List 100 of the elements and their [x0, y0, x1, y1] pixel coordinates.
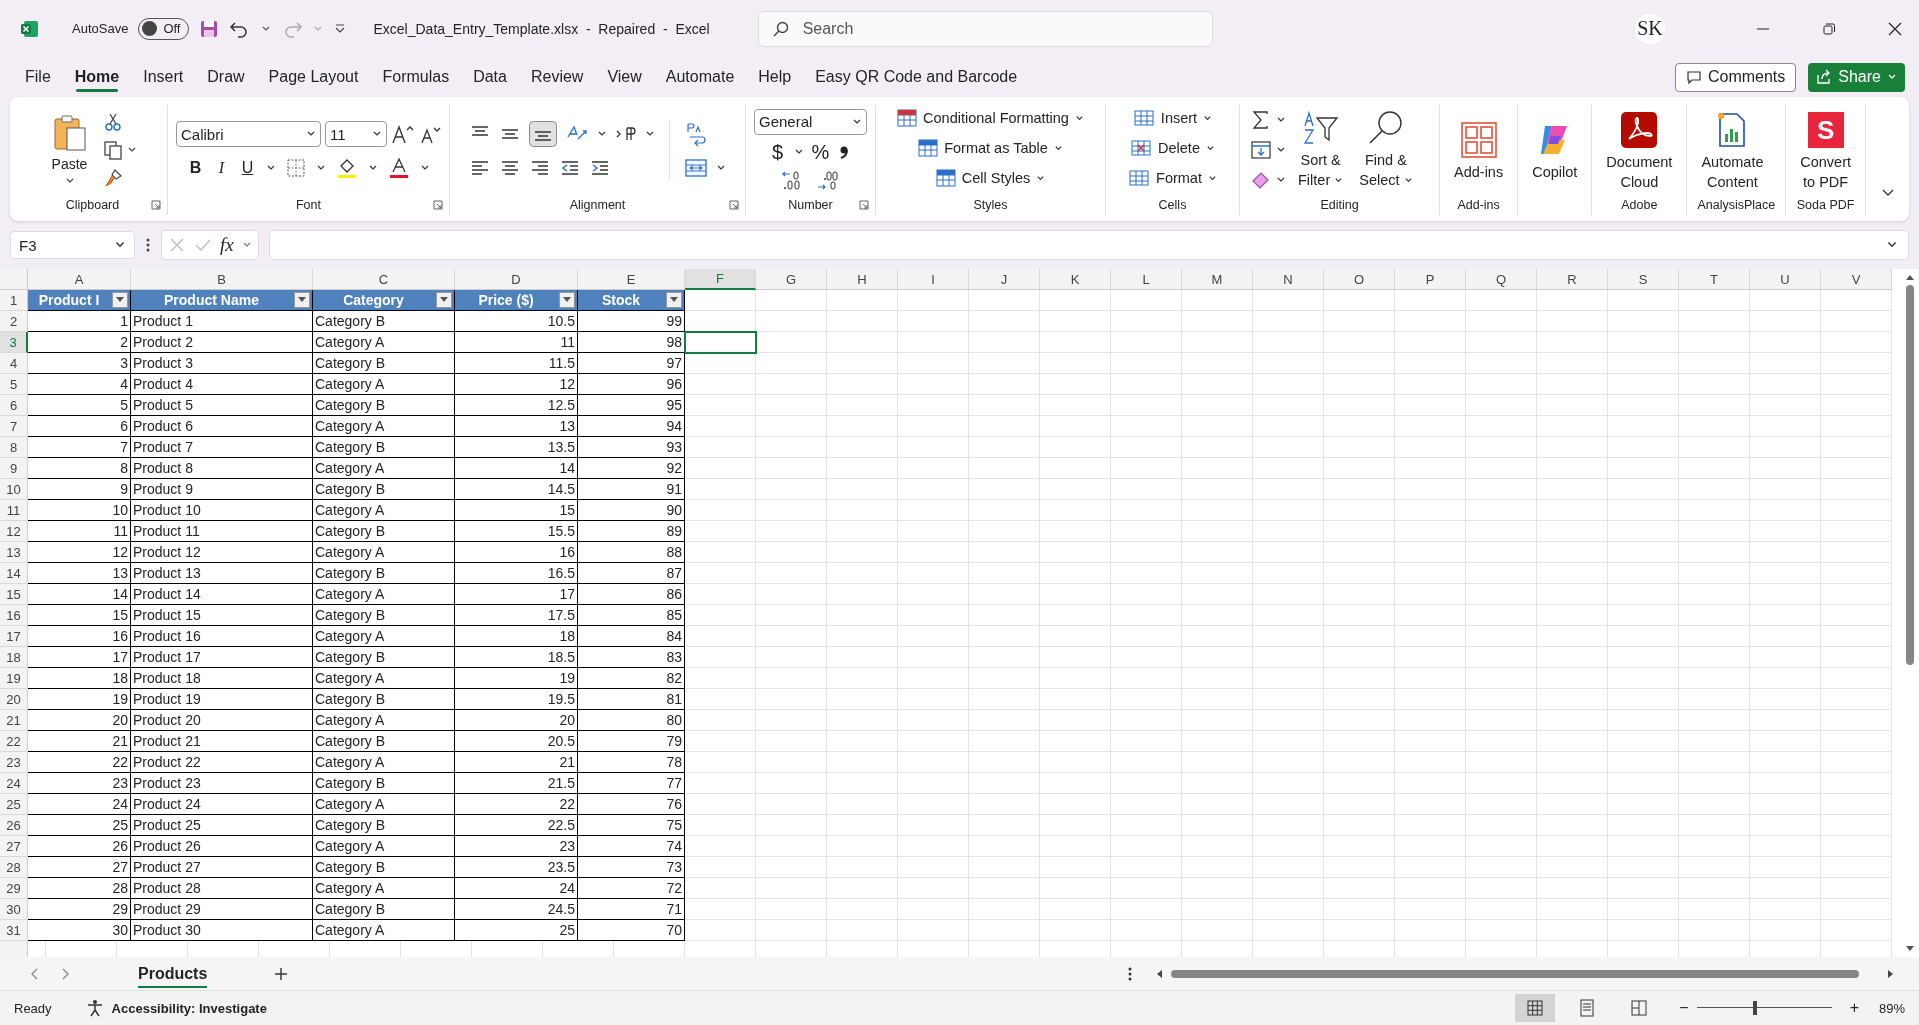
row-header[interactable]: 27	[0, 836, 28, 857]
row-header[interactable]: 26	[0, 815, 28, 836]
row-header[interactable]: 8	[0, 437, 28, 458]
row-header[interactable]: 9	[0, 458, 28, 479]
dialog-launcher-icon[interactable]	[151, 200, 161, 210]
copy-icon[interactable]	[103, 140, 124, 160]
zoom-level[interactable]: 89%	[1878, 1000, 1905, 1016]
menu-tab[interactable]: Review	[519, 60, 595, 94]
row-header[interactable]: 2	[0, 311, 28, 332]
column-header[interactable]: U	[1750, 269, 1821, 290]
share-button[interactable]: Share	[1808, 62, 1905, 92]
find-select-button[interactable]: Find & Select	[1355, 108, 1417, 192]
row-header[interactable]: 24	[0, 773, 28, 794]
row-header[interactable]: 3	[0, 332, 28, 353]
row-header[interactable]: 31	[0, 920, 28, 941]
active-cell[interactable]	[684, 331, 757, 354]
row-header[interactable]: 15	[0, 584, 28, 605]
fill-down-icon[interactable]	[1250, 139, 1272, 161]
more-icon[interactable]	[1127, 965, 1133, 982]
column-header[interactable]: Q	[1466, 269, 1537, 290]
column-header[interactable]: V	[1821, 269, 1892, 290]
cut-icon[interactable]	[103, 112, 124, 132]
scroll-thumb[interactable]	[1906, 285, 1914, 665]
name-box[interactable]: F3	[10, 231, 135, 259]
row-header[interactable]: 10	[0, 479, 28, 500]
menu-tab[interactable]: Home	[63, 60, 131, 94]
normal-view-icon[interactable]	[1515, 994, 1556, 1022]
font-size-dropdown[interactable]: 11	[325, 121, 387, 147]
row-header[interactable]: 23	[0, 752, 28, 773]
font-color-icon[interactable]	[387, 157, 410, 179]
merge-center-icon[interactable]	[684, 157, 708, 179]
cells-button[interactable]: Delete	[1130, 135, 1215, 161]
font-name-dropdown[interactable]: Calibri	[176, 121, 321, 147]
row-header[interactable]: 22	[0, 731, 28, 752]
wrap-text-icon[interactable]	[684, 121, 708, 147]
insert-function-button[interactable]: fx	[220, 234, 234, 256]
cells-button[interactable]: Format	[1128, 165, 1217, 191]
column-header[interactable]: P	[1395, 269, 1466, 290]
row-header[interactable]: 12	[0, 521, 28, 542]
more-icon[interactable]	[145, 236, 151, 254]
scroll-thumb[interactable]	[1171, 969, 1859, 978]
comments-button[interactable]: Comments	[1674, 62, 1797, 92]
number-format-dropdown[interactable]: General	[754, 108, 867, 135]
save-icon[interactable]	[199, 18, 220, 39]
column-header[interactable]: B	[131, 269, 313, 290]
row-header[interactable]: 30	[0, 899, 28, 920]
menu-tab[interactable]: Help	[747, 60, 803, 94]
paste-button[interactable]: Paste	[47, 112, 92, 188]
column-header[interactable]: G	[756, 269, 827, 290]
menu-tab[interactable]: Page Layout	[257, 60, 370, 94]
menu-tab[interactable]: Formulas	[371, 60, 461, 94]
row-header[interactable]: 21	[0, 710, 28, 731]
row-header[interactable]: 11	[0, 500, 28, 521]
italic-button[interactable]: I	[213, 159, 230, 177]
row-header[interactable]: 6	[0, 395, 28, 416]
column-header[interactable]: A	[28, 269, 131, 290]
filter-button[interactable]	[436, 292, 452, 308]
sheet-tab[interactable]: Products	[128, 960, 218, 987]
menu-tab[interactable]: Insert	[132, 60, 195, 94]
accessibility-status[interactable]: Accessibility: Investigate	[111, 1000, 267, 1016]
menu-tab[interactable]: Data	[462, 60, 518, 94]
row-header[interactable]: 1	[0, 290, 28, 311]
column-header[interactable]: T	[1679, 269, 1750, 290]
row-header[interactable]: 17	[0, 626, 28, 647]
filter-button[interactable]	[112, 292, 128, 308]
row-header[interactable]: 7	[0, 416, 28, 437]
user-avatar[interactable]: SK	[1635, 13, 1665, 44]
fill-color-icon[interactable]	[335, 157, 358, 179]
row-header[interactable]: 18	[0, 647, 28, 668]
column-header[interactable]: L	[1111, 269, 1182, 290]
scroll-left-icon[interactable]	[1155, 968, 1163, 979]
menu-tab[interactable]: Automate	[654, 60, 746, 94]
menu-tab[interactable]: Easy QR Code and Barcode	[804, 60, 1029, 94]
increase-font-icon[interactable]	[391, 123, 415, 145]
currency-button[interactable]: $	[769, 140, 786, 164]
row-header[interactable]: 19	[0, 668, 28, 689]
filter-button[interactable]	[294, 292, 310, 308]
menu-tab[interactable]: File	[14, 60, 62, 94]
copilot-button[interactable]: Copilot	[1528, 116, 1582, 184]
menu-tab[interactable]: View	[596, 60, 653, 94]
zoom-out-button[interactable]: −	[1679, 999, 1689, 1017]
styles-button[interactable]: Format as Table	[918, 135, 1063, 161]
filter-button[interactable]	[559, 292, 575, 308]
column-header[interactable]: R	[1537, 269, 1608, 290]
dialog-launcher-icon[interactable]	[859, 200, 869, 210]
accessibility-icon[interactable]	[85, 999, 104, 1017]
scroll-up-icon[interactable]	[1905, 273, 1915, 281]
styles-button[interactable]: Cell Styles	[935, 165, 1046, 191]
sort-filter-button[interactable]: Sort & Filter	[1294, 108, 1348, 192]
automate-button[interactable]: Automate Content	[1697, 106, 1768, 194]
column-header[interactable]: E	[578, 269, 685, 290]
borders-icon[interactable]	[285, 158, 306, 178]
row-header[interactable]: 29	[0, 878, 28, 899]
percent-button[interactable]: %	[811, 140, 830, 164]
column-header[interactable]: O	[1324, 269, 1395, 290]
column-header[interactable]: D	[455, 269, 578, 290]
row-header[interactable]: 5	[0, 374, 28, 395]
styles-button[interactable]: Conditional Formatting	[897, 105, 1084, 131]
search-field[interactable]: Search	[757, 10, 1213, 47]
column-header[interactable]: K	[1040, 269, 1111, 290]
